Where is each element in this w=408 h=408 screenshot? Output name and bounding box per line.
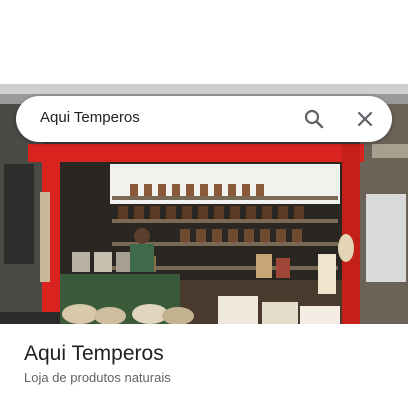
map-top-area: [0, 0, 408, 84]
place-info-card[interactable]: [0, 324, 408, 408]
search-icon[interactable]: [302, 107, 326, 131]
place-name: Aqui Temperos: [24, 342, 164, 365]
search-bar[interactable]: Aqui Temperos: [16, 96, 392, 142]
close-icon[interactable]: [353, 107, 377, 131]
search-input[interactable]: Aqui Temperos: [40, 109, 140, 126]
place-category: Loja de produtos naturais: [24, 370, 171, 385]
